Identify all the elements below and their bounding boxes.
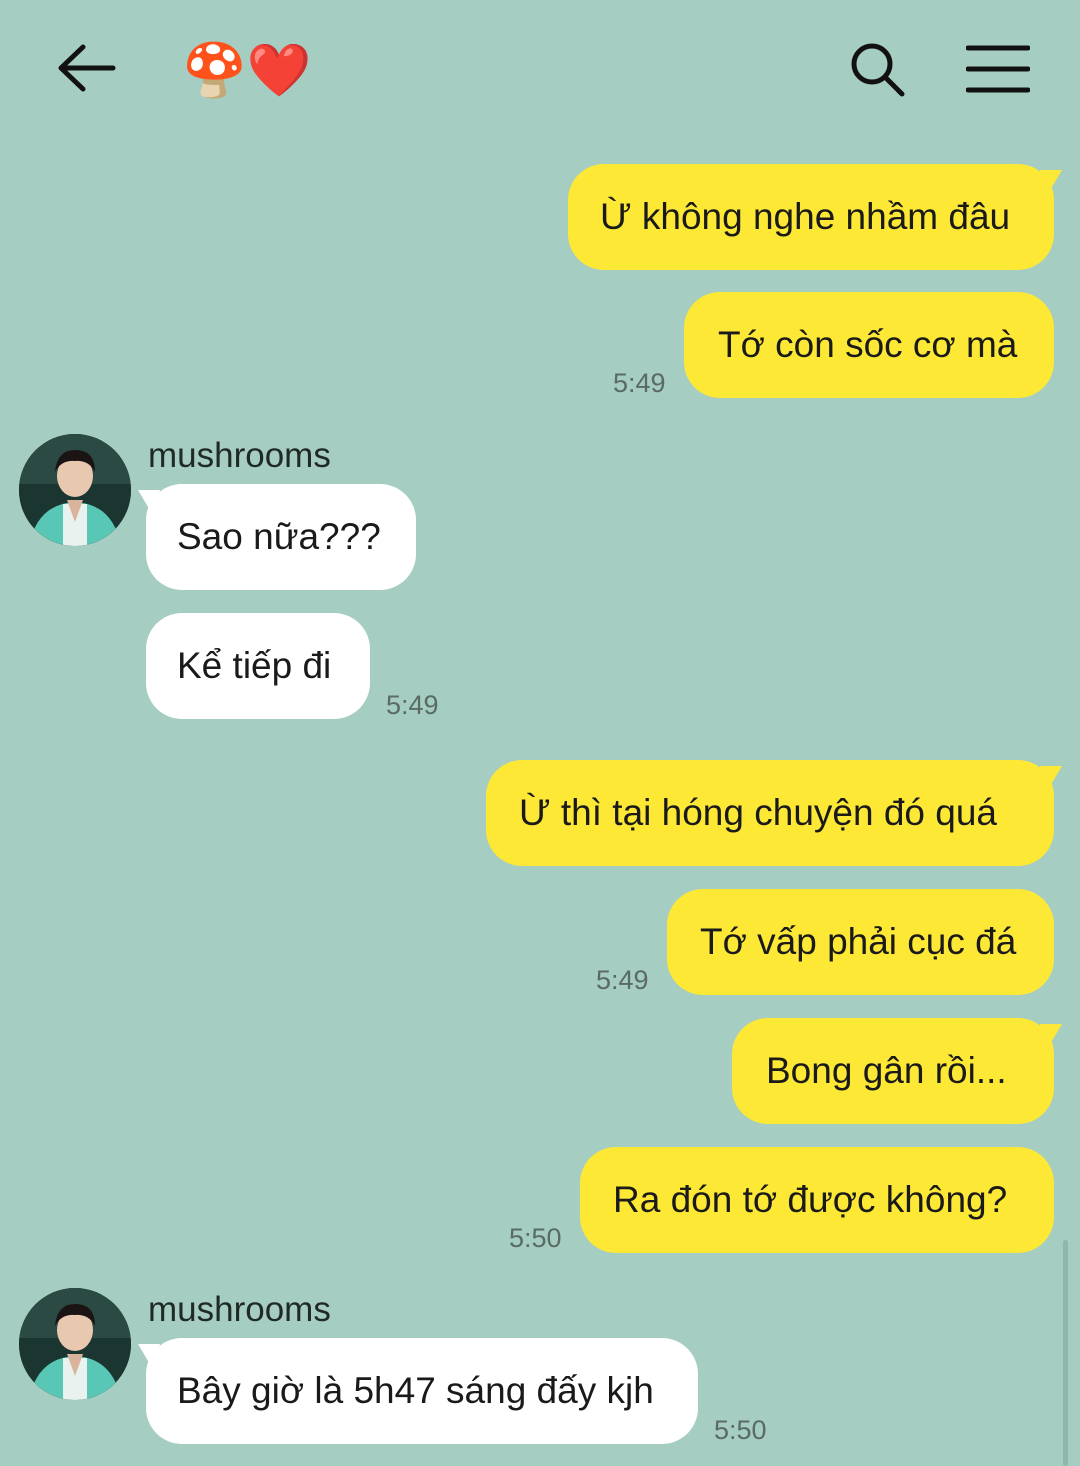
message-text: Tớ vấp phải cục đá [700, 921, 1017, 962]
arrow-left-icon [58, 44, 116, 92]
message-text: Sao nữa??? [177, 516, 381, 557]
message-text: Bong gân rồi... [766, 1050, 1007, 1091]
outgoing-message[interactable]: Bong gân rồi... [732, 1018, 1054, 1124]
sender-name: mushrooms [148, 436, 331, 475]
message-time: 5:49 [613, 368, 666, 398]
message-text: Bây giờ là 5h47 sáng đấy kjh [177, 1370, 654, 1411]
avatar[interactable] [19, 1288, 131, 1400]
avatar-photo [19, 434, 131, 546]
search-icon [851, 43, 905, 97]
avatar[interactable] [19, 434, 131, 546]
message-text: Tớ còn sốc cơ mà [718, 324, 1018, 365]
incoming-message[interactable]: Kể tiếp đi [146, 613, 370, 719]
message-text: Ra đón tớ được không? [613, 1179, 1008, 1220]
outgoing-message[interactable]: Ừ thì tại hóng chuyện đó quá [486, 760, 1054, 866]
avatar-photo [19, 1288, 131, 1400]
scrollbar[interactable] [1063, 1240, 1068, 1466]
message-time: 5:50 [714, 1415, 767, 1445]
outgoing-message[interactable]: Tớ còn sốc cơ mà [684, 292, 1054, 398]
message-time: 5:49 [386, 690, 439, 720]
message-time: 5:49 [596, 965, 649, 995]
outgoing-message[interactable]: Tớ vấp phải cục đá [667, 889, 1054, 995]
hamburger-menu-icon [966, 45, 1030, 93]
menu-button[interactable] [958, 36, 1038, 102]
chat-header: 🍄❤️ [0, 0, 1080, 140]
back-button[interactable] [52, 36, 122, 100]
message-time: 5:50 [509, 1223, 562, 1253]
incoming-message[interactable]: Sao nữa??? [146, 484, 416, 590]
chat-title: 🍄❤️ [182, 42, 312, 100]
outgoing-message[interactable]: Ừ không nghe nhầm đâu [568, 164, 1054, 270]
incoming-message[interactable]: Bây giờ là 5h47 sáng đấy kjh [146, 1338, 698, 1444]
outgoing-message[interactable]: Ra đón tớ được không? [580, 1147, 1054, 1253]
message-text: Ừ thì tại hóng chuyện đó quá [519, 792, 998, 833]
message-text: Ừ không nghe nhầm đâu [600, 196, 1011, 237]
sender-name: mushrooms [148, 1290, 331, 1329]
search-button[interactable] [842, 34, 912, 104]
message-text: Kể tiếp đi [177, 645, 332, 686]
